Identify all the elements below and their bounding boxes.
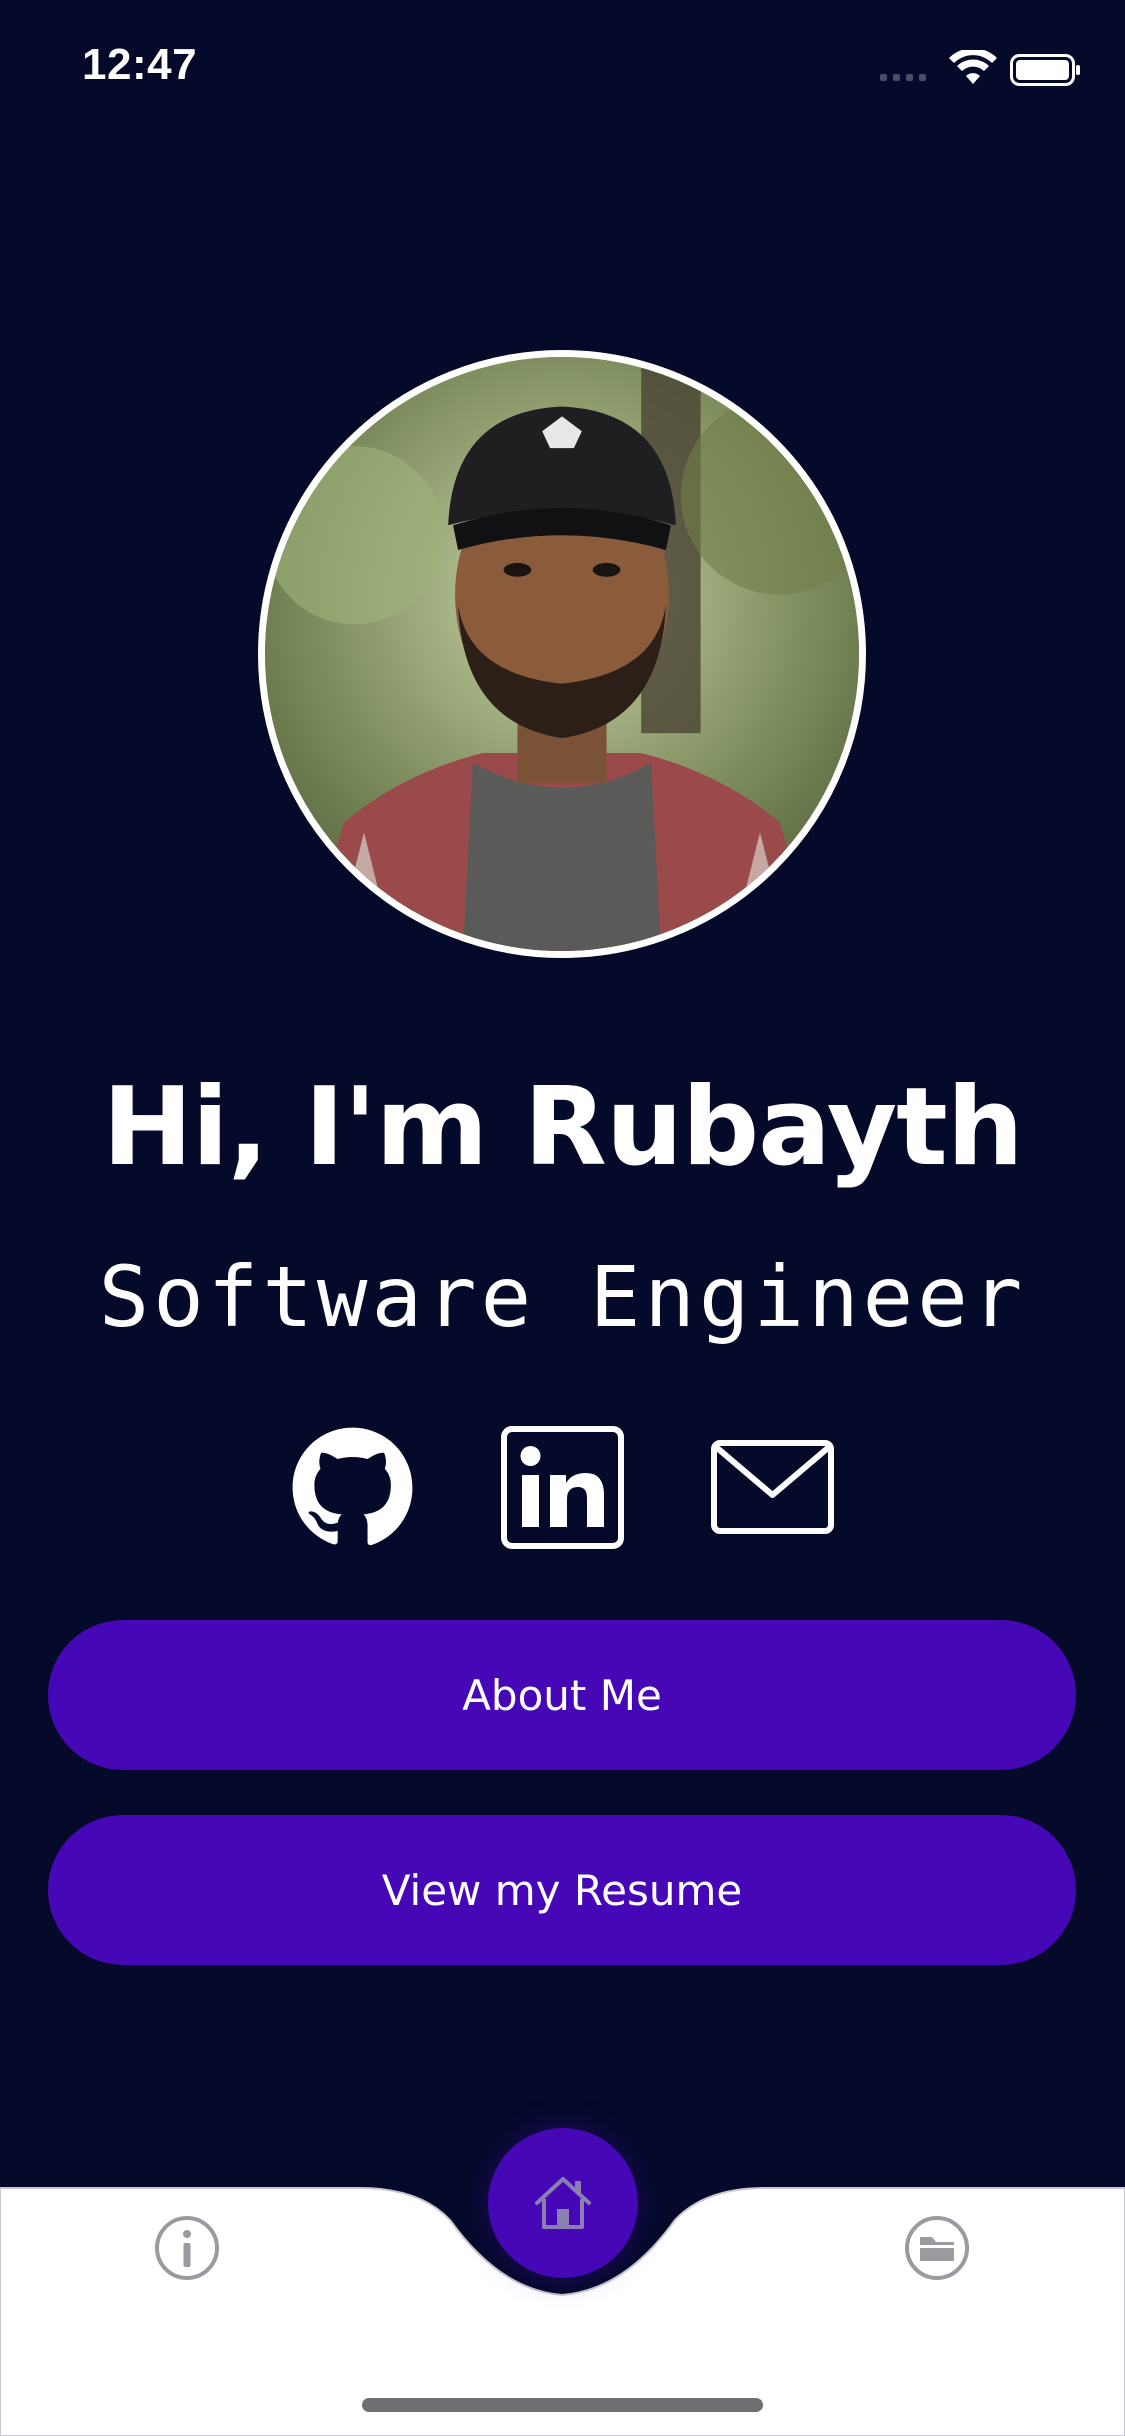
- folder-icon: [905, 2216, 969, 2280]
- greeting-heading: Hi, I'm Rubayth: [102, 1065, 1023, 1190]
- home-icon: [535, 2177, 591, 2229]
- home-indicator: [362, 2398, 763, 2412]
- linkedin-link[interactable]: [500, 1425, 625, 1550]
- tab-projects[interactable]: [904, 2215, 970, 2281]
- tab-about[interactable]: [154, 2215, 220, 2281]
- status-time: 12:47: [82, 40, 198, 89]
- wifi-icon: [949, 50, 997, 84]
- role-subtitle: Software Engineer: [98, 1248, 1027, 1346]
- profile-avatar: [258, 350, 866, 958]
- battery-icon: [1010, 54, 1080, 86]
- github-link[interactable]: [290, 1425, 415, 1550]
- tab-home[interactable]: [488, 2128, 638, 2278]
- email-link[interactable]: [710, 1425, 835, 1550]
- cellular-signal-icon: [880, 74, 926, 81]
- info-icon: [155, 2216, 219, 2280]
- linkedin-icon: [501, 1426, 624, 1549]
- github-icon: [292, 1427, 413, 1546]
- email-icon: [711, 1440, 834, 1534]
- view-resume-button[interactable]: View my Resume: [48, 1815, 1076, 1965]
- about-me-button[interactable]: About Me: [48, 1620, 1076, 1770]
- app-screen: 12:47 Hi, I'm Rubayth Software Engineer …: [0, 0, 1125, 2436]
